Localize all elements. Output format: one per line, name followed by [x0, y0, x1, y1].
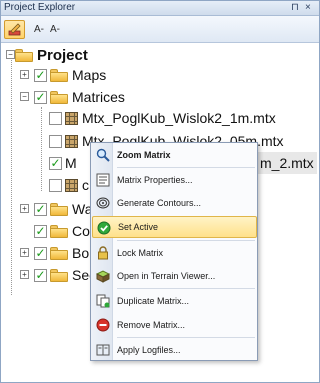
terrain-viewer-icon [95, 268, 111, 284]
edit-icon [8, 23, 21, 36]
contours-icon [95, 195, 111, 211]
tree-node-co[interactable]: ✓ Co [20, 220, 90, 242]
tree-root-project[interactable]: − Project [6, 44, 88, 66]
tree-label-project: Project [37, 46, 88, 64]
tree-node-sec[interactable]: + ✓ Sec [20, 264, 96, 286]
font-decrease-button[interactable]: A- [31, 20, 47, 39]
visibility-checkbox[interactable] [49, 111, 62, 125]
visibility-checkbox[interactable]: ✓ [34, 202, 47, 216]
tree-node-matrices[interactable]: − ✓ Matrices [20, 86, 125, 108]
properties-icon [95, 172, 111, 188]
menu-item-set-active[interactable]: Set Active [92, 216, 257, 238]
menu-item-generate-contours[interactable]: Generate Contours... [92, 192, 257, 214]
folder-icon [50, 202, 68, 216]
font-increase-button[interactable]: A- [47, 20, 63, 39]
panel-toolbar: A- A- [1, 16, 319, 43]
tree-node-matrix-active[interactable]: ✓ M [49, 152, 77, 174]
tree-node-matrix[interactable]: Mtx_PoglKub_Wislok2_1m.mtx [49, 107, 276, 129]
project-explorer-panel: Project Explorer ⊓ × A- A- − Project + ✓… [0, 0, 320, 383]
visibility-checkbox[interactable]: ✓ [49, 156, 62, 170]
folder-icon [50, 68, 68, 82]
expand-icon[interactable]: + [20, 248, 29, 257]
folder-icon [50, 224, 68, 238]
visibility-checkbox[interactable] [49, 178, 62, 192]
edit-button[interactable] [4, 20, 25, 39]
tree-node-bou[interactable]: + ✓ Bou [20, 242, 97, 264]
panel-title: Project Explorer [4, 2, 76, 13]
tree-label-matrix-suffix: m_2.mtx [260, 155, 314, 171]
tree-label-matrix-prefix: M [65, 155, 77, 171]
matrix-icon [65, 111, 78, 125]
close-icon[interactable]: × [305, 2, 311, 14]
menu-item-apply-logfiles[interactable]: Apply Logfiles... [92, 339, 257, 361]
menu-item-duplicate-matrix[interactable]: Duplicate Matrix... [92, 290, 257, 312]
folder-icon [50, 246, 68, 260]
menu-separator [117, 288, 255, 289]
tree-connector [41, 107, 42, 191]
menu-item-open-terrain-viewer[interactable]: Open in Terrain Viewer... [92, 265, 257, 287]
menu-separator [117, 337, 255, 338]
set-active-icon [96, 220, 112, 236]
folder-icon [15, 48, 33, 62]
expand-icon[interactable]: + [20, 270, 29, 279]
visibility-checkbox[interactable]: ✓ [34, 68, 47, 82]
pin-icon[interactable]: ⊓ [291, 2, 299, 14]
menu-separator [117, 167, 255, 168]
remove-icon [95, 317, 111, 333]
expand-icon[interactable]: + [20, 204, 29, 213]
tree-node-wa[interactable]: + ✓ Wa [20, 198, 92, 220]
visibility-checkbox[interactable]: ✓ [34, 224, 47, 238]
visibility-checkbox[interactable]: ✓ [34, 246, 47, 260]
menu-separator [117, 240, 255, 241]
collapse-icon[interactable]: − [20, 92, 29, 101]
tree-node-matrix[interactable]: c [49, 174, 89, 196]
matrix-icon [65, 178, 78, 192]
duplicate-icon [95, 293, 111, 309]
expand-icon[interactable]: + [20, 70, 29, 79]
panel-titlebar: Project Explorer ⊓ × [1, 1, 319, 16]
visibility-checkbox[interactable]: ✓ [34, 90, 47, 104]
lock-icon [95, 245, 111, 261]
tree-node-maps[interactable]: + ✓ Maps [20, 64, 106, 86]
visibility-checkbox[interactable] [49, 134, 62, 148]
tree-label-matrices: Matrices [72, 89, 125, 105]
matrix-icon [65, 134, 78, 148]
logfiles-icon [95, 342, 111, 358]
matrix-context-menu: Zoom Matrix Matrix Properties... Generat… [90, 142, 258, 361]
folder-icon [50, 268, 68, 282]
tree-label-matrix-suffix-box: m_2.mtx [257, 152, 317, 174]
tree-label-co: Co [72, 223, 90, 239]
folder-icon [50, 90, 68, 104]
tree-label-matrix: c [82, 177, 89, 193]
menu-item-remove-matrix[interactable]: Remove Matrix... [92, 314, 257, 336]
collapse-icon[interactable]: − [6, 50, 15, 59]
visibility-checkbox[interactable]: ✓ [34, 268, 47, 282]
menu-item-lock-matrix[interactable]: Lock Matrix [92, 242, 257, 264]
menu-item-zoom-matrix[interactable]: Zoom Matrix [92, 144, 257, 166]
zoom-icon [95, 147, 111, 163]
tree-label-maps: Maps [72, 67, 107, 83]
menu-item-matrix-properties[interactable]: Matrix Properties... [92, 169, 257, 191]
tree-label-matrix: Mtx_PoglKub_Wislok2_1m.mtx [82, 110, 276, 126]
tree-connector [11, 57, 12, 295]
